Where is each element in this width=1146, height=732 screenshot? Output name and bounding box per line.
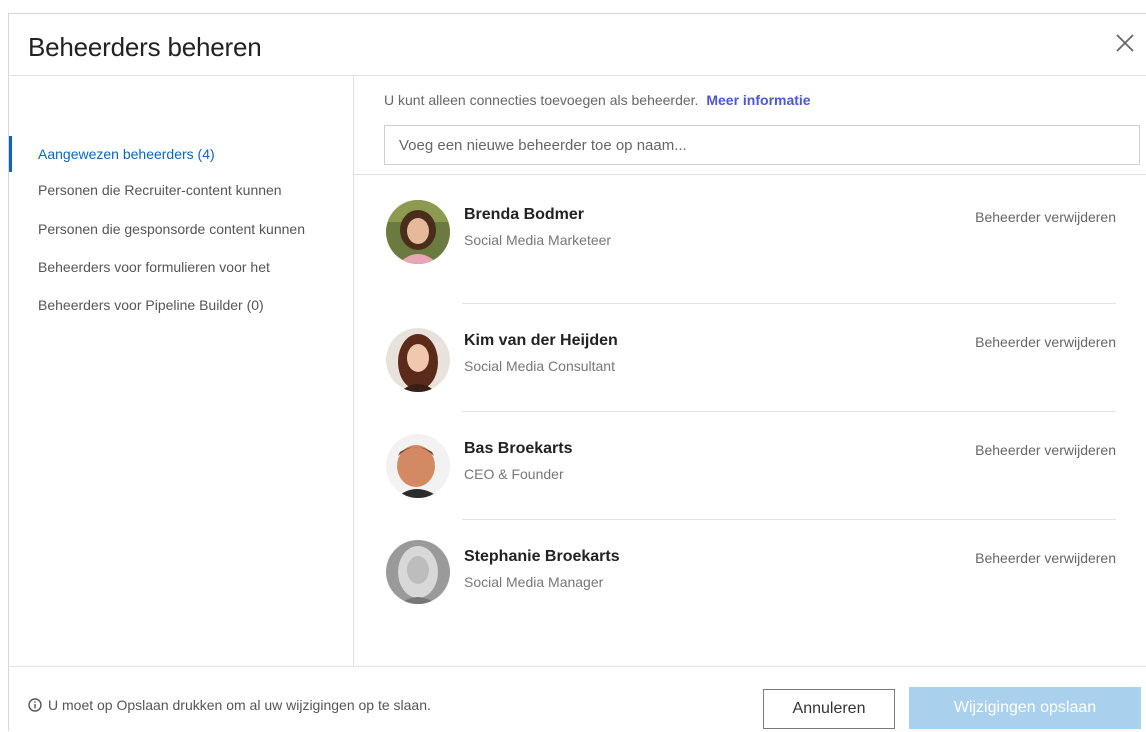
admin-role: CEO & Founder — [464, 466, 564, 482]
admin-role: Social Media Marketeer — [464, 232, 612, 248]
admin-row: Bas Broekarts CEO & Founder Beheerder ve… — [384, 412, 1116, 520]
dialog-footer: U moet op Opslaan drukken om al uw wijzi… — [9, 666, 1146, 732]
avatar — [386, 540, 450, 604]
sidebar-item-form-admins[interactable]: Beheerders voor formulieren voor het — [9, 249, 353, 285]
remove-admin-button[interactable]: Beheerder verwijderen — [975, 334, 1116, 350]
add-admin-search-input[interactable] — [384, 125, 1140, 165]
admin-name: Kim van der Heijden — [464, 332, 618, 349]
avatar — [386, 328, 450, 392]
remove-admin-button[interactable]: Beheerder verwijderen — [975, 550, 1116, 566]
cancel-button[interactable]: Annuleren — [763, 689, 895, 729]
sidebar-item-sponsored-content[interactable]: Personen die gesponsorde content kunnen — [9, 211, 353, 247]
dialog-header: Beheerders beheren — [9, 14, 1146, 76]
remove-admin-button[interactable]: Beheerder verwijderen — [975, 442, 1116, 458]
info-line: U kunt alleen connecties toevoegen als b… — [384, 92, 811, 108]
list-separator — [354, 174, 1146, 175]
dialog-title: Beheerders beheren — [28, 32, 262, 62]
sidebar: Aangewezen beheerders (4) Personen die R… — [9, 76, 354, 666]
info-text: U kunt alleen connecties toevoegen als b… — [384, 92, 699, 108]
footer-note-text: U moet op Opslaan drukken om al uw wijzi… — [48, 697, 431, 713]
more-info-link[interactable]: Meer informatie — [706, 92, 810, 108]
remove-admin-button[interactable]: Beheerder verwijderen — [975, 209, 1116, 225]
close-icon — [1116, 34, 1134, 52]
sidebar-item-designated-admins[interactable]: Aangewezen beheerders (4) — [9, 136, 353, 172]
info-icon — [28, 698, 42, 715]
manage-admins-dialog: Beheerders beheren Aangewezen beheerders… — [8, 13, 1146, 731]
admin-role: Social Media Consultant — [464, 358, 615, 374]
admin-row: Stephanie Broekarts Social Media Manager… — [384, 520, 1116, 628]
avatar — [386, 200, 450, 264]
admin-name: Stephanie Broekarts — [464, 548, 620, 565]
main-panel: U kunt alleen connecties toevoegen als b… — [354, 76, 1146, 666]
close-button[interactable] — [1112, 30, 1138, 56]
admin-name: Bas Broekarts — [464, 440, 573, 457]
avatar — [386, 434, 450, 498]
admin-row: Kim van der Heijden Social Media Consult… — [384, 304, 1116, 412]
admin-row: Brenda Bodmer Social Media Marketeer Beh… — [384, 196, 1116, 304]
admin-role: Social Media Manager — [464, 574, 604, 590]
save-changes-button[interactable]: Wijzigingen opslaan — [909, 687, 1141, 729]
sidebar-item-pipeline-builder[interactable]: Beheerders voor Pipeline Builder (0) — [9, 287, 353, 323]
admin-name: Brenda Bodmer — [464, 206, 585, 223]
sidebar-item-recruiter-content[interactable]: Personen die Recruiter-content kunnen — [9, 172, 353, 208]
footer-note: U moet op Opslaan drukken om al uw wijzi… — [28, 697, 431, 715]
